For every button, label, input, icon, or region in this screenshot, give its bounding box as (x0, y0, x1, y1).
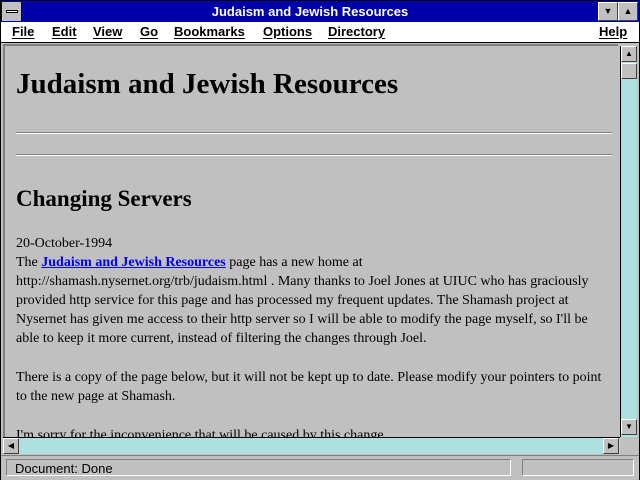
menu-options[interactable]: Options (263, 24, 312, 39)
section-heading: Changing Servers (16, 186, 192, 211)
arrow-left-icon[interactable]: ◀ (3, 438, 19, 454)
document-view: Judaism and Jewish Resources Changing Se… (3, 44, 618, 437)
system-menu-icon[interactable] (2, 2, 22, 21)
horizontal-rule (16, 132, 612, 134)
paragraph: The Judaism and Jewish Resources page ha… (16, 253, 612, 348)
menu-edit[interactable]: Edit (52, 24, 77, 39)
vertical-scrollbar[interactable]: ▲ ▼ (620, 46, 637, 437)
menu-help[interactable]: Help (599, 24, 627, 39)
menu-go[interactable]: Go (140, 24, 158, 39)
judaism-resources-link[interactable]: Judaism and Jewish Resources (41, 255, 226, 270)
menu-view[interactable]: View (93, 24, 122, 39)
progress-indicator (522, 459, 634, 476)
window-title: Judaism and Jewish Resources (211, 4, 409, 19)
maximize-icon[interactable]: ▲ (618, 2, 638, 21)
horizontal-scrollbar[interactable]: ◀ ▶ (3, 437, 620, 454)
paragraph: There is a copy of the page below, but i… (16, 370, 602, 404)
browser-window: Judaism and Jewish Resources ▼ ▲ File Ed… (0, 0, 640, 480)
arrow-right-icon[interactable]: ▶ (603, 438, 619, 454)
scrollbar-corner (620, 437, 637, 454)
title-bar[interactable]: Judaism and Jewish Resources ▼ ▲ (1, 1, 639, 22)
menu-bar: File Edit View Go Bookmarks Options Dire… (1, 22, 639, 43)
paragraph: I'm sorry for the inconvenience that wil… (16, 428, 388, 437)
menu-bookmarks[interactable]: Bookmarks (174, 24, 245, 39)
page-heading: Judaism and Jewish Resources (16, 68, 399, 100)
horizontal-rule (16, 154, 612, 156)
menu-file[interactable]: File (12, 24, 34, 39)
menu-directory[interactable]: Directory (328, 24, 385, 39)
scroll-thumb[interactable] (621, 63, 637, 79)
minimize-icon[interactable]: ▼ (598, 2, 618, 21)
paragraph-text: The (16, 255, 42, 270)
status-bar: Document: Done (1, 455, 639, 480)
arrow-up-icon[interactable]: ▲ (621, 46, 637, 62)
status-text: Document: Done (6, 459, 511, 476)
arrow-down-icon[interactable]: ▼ (621, 419, 637, 435)
date-text: 20-October-1994 (16, 236, 113, 251)
